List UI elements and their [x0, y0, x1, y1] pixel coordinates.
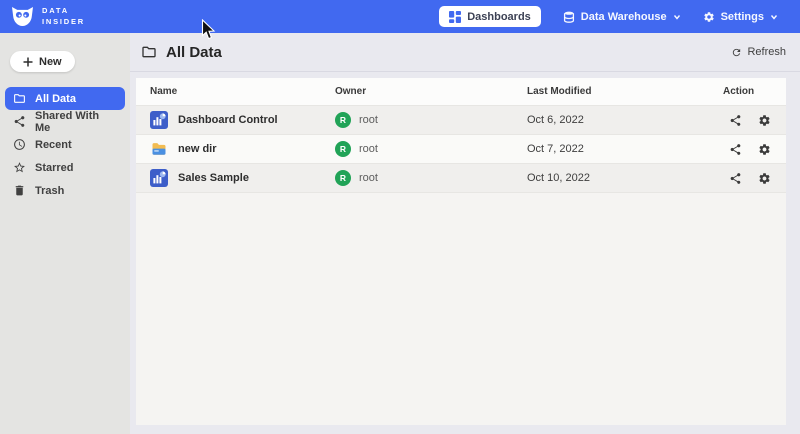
content-header: All Data Refresh	[130, 33, 800, 72]
name-cell: Dashboard Control	[136, 111, 335, 129]
page-title: All Data	[166, 44, 222, 61]
last-modified-cell: Oct 7, 2022	[527, 143, 723, 155]
star-icon	[13, 161, 26, 174]
chevron-down-icon	[673, 13, 681, 21]
owner-avatar: R	[335, 141, 351, 157]
file-name: new dir	[178, 143, 217, 155]
share-icon	[13, 115, 26, 128]
gear-icon	[703, 11, 715, 23]
file-name: Sales Sample	[178, 172, 249, 184]
trash-icon	[13, 184, 26, 197]
column-header-owner: Owner	[335, 86, 527, 97]
folder-icon	[13, 92, 26, 105]
sidebar-item-all-data[interactable]: All Data	[5, 87, 125, 110]
file-name: Dashboard Control	[178, 114, 278, 126]
owner-avatar: R	[335, 170, 351, 186]
plus-icon	[23, 57, 33, 67]
actions-cell	[723, 114, 786, 127]
actions-cell	[723, 143, 786, 156]
folder-outline-icon	[141, 44, 157, 60]
owl-logo-icon	[10, 6, 35, 27]
topbar: DATA INSIDER Dashboards Data Warehouse S…	[0, 0, 800, 33]
owner-avatar: R	[335, 112, 351, 128]
chevron-down-icon	[770, 13, 778, 21]
settings-label: Settings	[721, 11, 764, 23]
sidebar-item-label: Starred	[35, 162, 74, 174]
brand-line1: DATA	[42, 6, 85, 17]
actions-cell	[723, 172, 786, 185]
owner-name: root	[359, 114, 378, 126]
last-modified-cell: Oct 10, 2022	[527, 172, 723, 184]
new-button-label: New	[39, 56, 62, 68]
owner-name: root	[359, 172, 378, 184]
owner-cell: R root	[335, 141, 527, 157]
column-header-action: Action	[723, 86, 786, 97]
sidebar-menu: All Data Shared With Me Recent Starred T…	[0, 87, 130, 202]
gear-icon[interactable]	[758, 172, 771, 185]
database-icon	[563, 11, 575, 23]
column-header-name: Name	[136, 86, 335, 97]
file-table: Name Owner Last Modified Action Dashboar…	[136, 78, 786, 425]
sidebar-item-starred[interactable]: Starred	[5, 156, 125, 179]
table-row[interactable]: Dashboard Control R root Oct 6, 2022	[136, 106, 786, 135]
sidebar: New All Data Shared With Me Recent Star	[0, 33, 130, 434]
dashboards-button[interactable]: Dashboards	[439, 6, 541, 27]
share-icon[interactable]	[729, 172, 742, 185]
topnav: Dashboards Data Warehouse Settings	[439, 6, 778, 27]
data-warehouse-label: Data Warehouse	[581, 11, 667, 23]
settings-menu[interactable]: Settings	[703, 11, 778, 23]
dashboard-file-icon	[150, 111, 168, 129]
folder-file-icon	[150, 140, 168, 158]
clock-icon	[13, 138, 26, 151]
sidebar-item-label: All Data	[35, 93, 76, 105]
owner-cell: R root	[335, 170, 527, 186]
gear-icon[interactable]	[758, 143, 771, 156]
name-cell: Sales Sample	[136, 169, 335, 187]
gear-icon[interactable]	[758, 114, 771, 127]
last-modified-cell: Oct 6, 2022	[527, 114, 723, 126]
dashboard-grid-icon	[449, 11, 461, 23]
table-header-row: Name Owner Last Modified Action	[136, 78, 786, 106]
body-layout: New All Data Shared With Me Recent Star	[0, 33, 800, 434]
sidebar-item-label: Trash	[35, 185, 64, 197]
brand: DATA INSIDER	[10, 6, 85, 27]
app-window: DATA INSIDER Dashboards Data Warehouse S…	[0, 0, 800, 434]
sidebar-item-recent[interactable]: Recent	[5, 133, 125, 156]
column-header-last-modified: Last Modified	[527, 86, 723, 97]
brand-name: DATA INSIDER	[42, 6, 85, 27]
share-icon[interactable]	[729, 114, 742, 127]
data-warehouse-menu[interactable]: Data Warehouse	[563, 11, 681, 23]
new-button[interactable]: New	[10, 51, 75, 72]
refresh-button[interactable]: Refresh	[731, 46, 786, 58]
table-row[interactable]: Sales Sample R root Oct 10, 2022	[136, 164, 786, 193]
sidebar-item-trash[interactable]: Trash	[5, 179, 125, 202]
main-panel: All Data Refresh Name Owner Last Modifie…	[130, 33, 800, 434]
share-icon[interactable]	[729, 143, 742, 156]
sidebar-item-label: Shared With Me	[35, 110, 117, 134]
sidebar-item-label: Recent	[35, 139, 72, 151]
brand-line2: INSIDER	[42, 17, 85, 28]
owner-name: root	[359, 143, 378, 155]
table-row[interactable]: new dir R root Oct 7, 2022	[136, 135, 786, 164]
refresh-label: Refresh	[747, 46, 786, 58]
sidebar-item-shared-with-me[interactable]: Shared With Me	[5, 110, 125, 133]
dashboard-file-icon	[150, 169, 168, 187]
refresh-icon	[731, 47, 742, 58]
owner-cell: R root	[335, 112, 527, 128]
dashboards-label: Dashboards	[467, 11, 531, 23]
name-cell: new dir	[136, 140, 335, 158]
